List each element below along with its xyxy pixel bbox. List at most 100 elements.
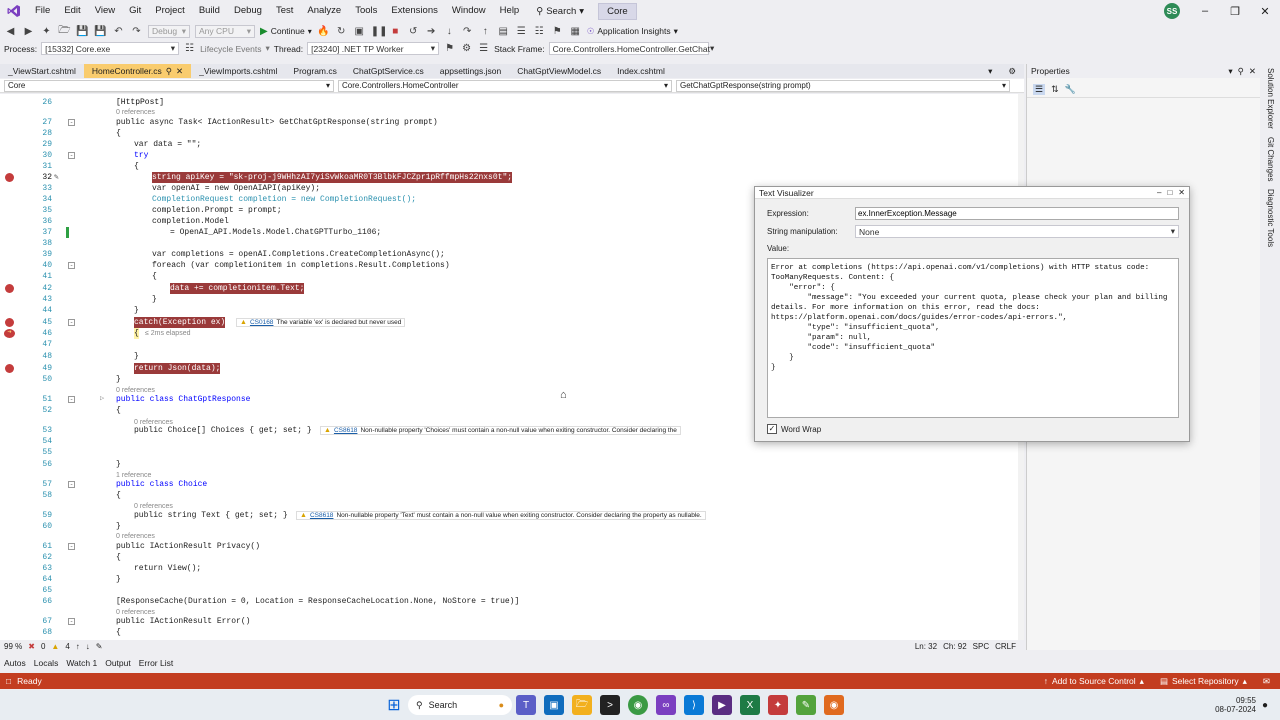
tab-viewstart[interactable]: _ViewStart.cshtml [0, 64, 84, 78]
close-icon[interactable]: ✕ [1178, 188, 1185, 197]
tab-error-list[interactable]: Error List [139, 658, 173, 668]
close-button[interactable]: ✕ [1250, 0, 1280, 22]
warning-code[interactable]: CS0168 [250, 317, 274, 328]
platform-dropdown[interactable]: Any CPU ▾ [195, 24, 255, 38]
tab-output[interactable]: Output [105, 658, 131, 668]
minimize-button[interactable]: – [1190, 0, 1220, 22]
step-over-icon[interactable]: ↷ [461, 26, 474, 37]
line-indicator[interactable]: Ln: 32 [915, 642, 937, 651]
undo-icon[interactable]: ↶ [112, 26, 125, 37]
flag-icon[interactable]: ⚑ [443, 43, 456, 54]
menu-test[interactable]: Test [269, 0, 300, 22]
search-button[interactable]: ⚲ Search ▾ [530, 6, 590, 17]
error-count[interactable]: 0 [41, 642, 45, 651]
new-project-icon[interactable]: ✦ [40, 26, 53, 37]
brush-icon[interactable]: ✎ [96, 642, 103, 651]
threads-icon[interactable]: ☰ [515, 26, 528, 37]
terminal-icon[interactable]: > [600, 695, 620, 715]
filter-icon[interactable]: ⚙ [460, 43, 473, 54]
save-all-icon[interactable]: 💾 [94, 26, 107, 37]
stop-icon[interactable]: ■ [389, 26, 402, 37]
menu-project[interactable]: Project [148, 0, 192, 22]
class-dropdown[interactable]: Core.Controllers.HomeController ▾ [338, 79, 672, 92]
thread-dropdown[interactable]: [23240] .NET TP Worker ▾ [307, 42, 440, 55]
application-insights-button[interactable]: ☉ Application Insights ▾ [587, 26, 678, 37]
open-folder-icon[interactable]: 🗁 [58, 23, 71, 40]
maximize-icon[interactable]: □ [1167, 188, 1172, 197]
tab-index[interactable]: Index.cshtml [609, 64, 673, 78]
categorized-icon[interactable]: ☰ [1033, 84, 1046, 95]
notification-center-icon[interactable]: ● [1262, 700, 1274, 711]
expression-field[interactable] [855, 207, 1179, 220]
menu-file[interactable]: File [28, 0, 57, 22]
windows-start-icon[interactable]: ⊞ [384, 695, 404, 715]
pin-icon[interactable]: ⚲ [1238, 66, 1244, 77]
collapse-icon[interactable]: - [68, 396, 75, 403]
notepad-icon[interactable]: ✎ [796, 695, 816, 715]
lifecycle-events-button[interactable]: Lifecycle Events [200, 44, 261, 54]
step-into-icon[interactable]: ↓ [443, 26, 456, 37]
media-icon[interactable]: ▶ [712, 695, 732, 715]
member-dropdown[interactable]: GetChatGptResponse(string prompt) ▾ [676, 79, 1010, 92]
property-pages-icon[interactable]: 🔧 [1065, 84, 1076, 95]
back-icon[interactable]: ◀ [4, 26, 17, 37]
menu-tools[interactable]: Tools [348, 0, 384, 22]
menu-git[interactable]: Git [122, 0, 148, 22]
pause-icon[interactable]: ❚❚ [371, 26, 388, 37]
solution-explorer-tab[interactable]: Solution Explorer [1266, 68, 1275, 129]
tab-homecontroller[interactable]: HomeController.cs ⚲ ✕ [83, 64, 192, 78]
chrome-icon[interactable]: ◉ [628, 695, 648, 715]
zoom-level[interactable]: 99 % [4, 642, 22, 651]
add-to-source-control-button[interactable]: ↑ Add to Source Control ▴ [1044, 676, 1144, 687]
menu-analyze[interactable]: Analyze [300, 0, 348, 22]
breakpoint-icon[interactable] [5, 364, 14, 373]
string-manipulation-dropdown[interactable]: None ▾ [855, 225, 1179, 238]
value-textarea[interactable]: Error at completions (https://api.openai… [767, 258, 1179, 418]
pin-icon[interactable]: ⚲ [166, 64, 172, 78]
collapse-icon[interactable]: - [68, 262, 75, 269]
alphabetical-icon[interactable]: ⇅ [1051, 84, 1059, 95]
taskbar-search-box[interactable]: ⚲ Search ● [408, 695, 512, 715]
git-changes-tab[interactable]: Git Changes [1266, 137, 1275, 181]
paint-icon[interactable]: ◉ [824, 695, 844, 715]
warning-code[interactable]: CS8618 [310, 510, 334, 521]
warning-count[interactable]: 4 [65, 642, 69, 651]
warning-hint[interactable]: ▲ CS0168 The variable 'ex' is declared but… [236, 317, 406, 328]
close-icon[interactable]: ✕ [1249, 66, 1256, 77]
settings-icon[interactable]: ⚙ [1000, 64, 1024, 78]
comment-icon[interactable]: ☷ [533, 26, 546, 37]
select-repository-button[interactable]: ▤ Select Repository ▴ [1160, 676, 1247, 687]
diagnostic-tools-tab[interactable]: Diagnostic Tools [1266, 189, 1275, 247]
notifications-icon[interactable]: ✉ [1263, 676, 1270, 687]
whitespace-indicator[interactable]: SPC [973, 642, 989, 651]
avatar[interactable]: SS [1164, 3, 1180, 19]
excel-icon[interactable]: X [740, 695, 760, 715]
menu-help[interactable]: Help [493, 0, 527, 22]
menu-debug[interactable]: Debug [227, 0, 269, 22]
up-arrow-icon[interactable]: ↑ [76, 642, 80, 651]
show-next-statement-icon[interactable]: ➔ [425, 26, 438, 37]
breakpoint-icon[interactable] [5, 318, 14, 327]
tab-viewimports[interactable]: _ViewImports.cshtml [191, 64, 285, 78]
tab-chatgptservice[interactable]: ChatGptService.cs [345, 64, 432, 78]
forward-icon[interactable]: ▶ [22, 26, 35, 37]
bookmark-icon[interactable]: ⚑ [551, 26, 564, 37]
project-dropdown[interactable]: Core ▾ [4, 79, 334, 92]
stack-frame-dropdown[interactable]: Core.Controllers.HomeController.GetChat ▾ [548, 42, 714, 55]
process-dropdown[interactable]: [15332] Core.exe ▾ [41, 42, 180, 55]
word-wrap-checkbox[interactable]: ✓ [767, 424, 777, 434]
breakpoint-icon[interactable] [5, 284, 14, 293]
hot-reload-icon[interactable]: 🔥 [317, 26, 330, 37]
line-ending-indicator[interactable]: CRLF [995, 642, 1016, 651]
expand-arrow-icon[interactable]: ▷ [100, 394, 104, 405]
collapse-icon[interactable]: - [68, 319, 75, 326]
warning-hint[interactable]: ▲ CS8618 Non-nullable property 'Choices' m… [320, 426, 681, 435]
tab-chatgptviewmodel[interactable]: ChatGptViewModel.cs [509, 64, 609, 78]
tab-appsettings[interactable]: appsettings.json [432, 64, 509, 78]
menu-extensions[interactable]: Extensions [384, 0, 444, 22]
collapse-icon[interactable]: - [68, 481, 75, 488]
collapse-icon[interactable]: - [68, 543, 75, 550]
save-icon[interactable]: 💾 [76, 26, 89, 37]
menu-build[interactable]: Build [192, 0, 227, 22]
tab-autos[interactable]: Autos [4, 658, 26, 668]
